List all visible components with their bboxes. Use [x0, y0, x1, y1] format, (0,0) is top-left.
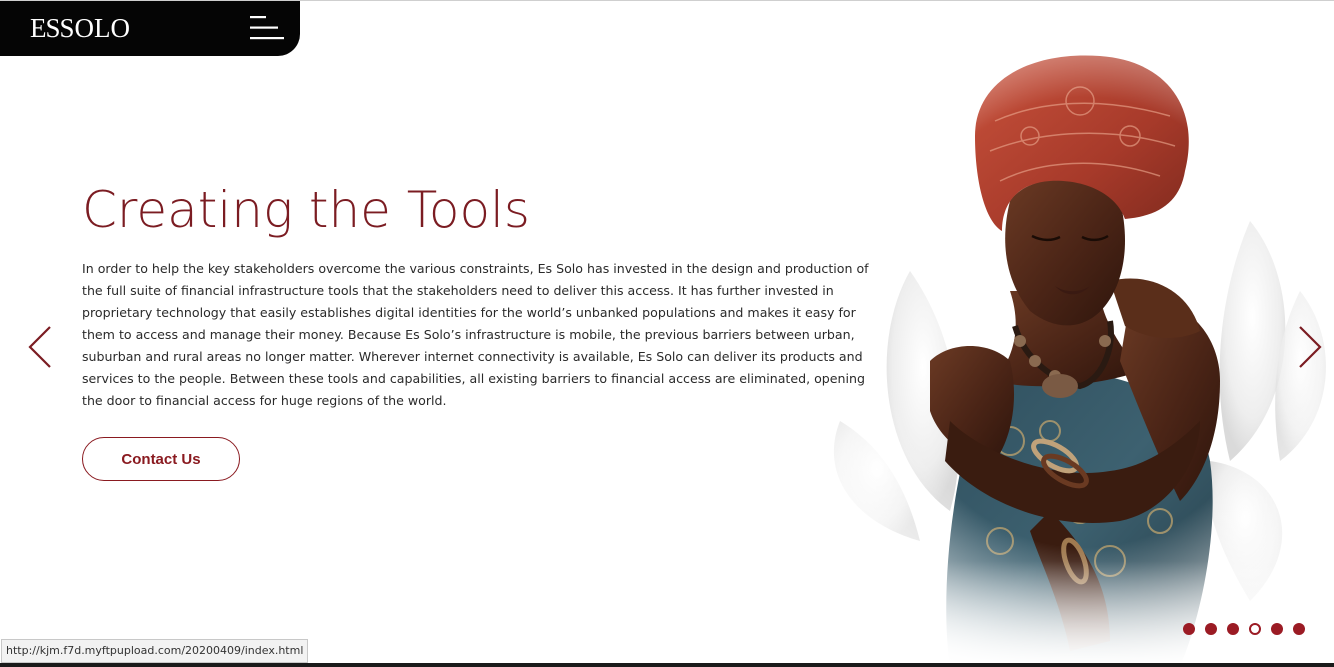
carousel-pagination: [1183, 623, 1305, 635]
carousel-dot[interactable]: [1271, 623, 1283, 635]
page: ESSOLO Creating the Tools In order to he…: [0, 0, 1334, 667]
bottom-border: [0, 663, 1334, 667]
hero-body: In order to help the key stakeholders ov…: [82, 261, 869, 408]
carousel-dot[interactable]: [1293, 623, 1305, 635]
logo[interactable]: ESSOLO: [30, 13, 130, 43]
hero-title: Creating the Tools: [82, 181, 530, 239]
contact-us-button[interactable]: Contact Us: [82, 437, 240, 481]
carousel-dot[interactable]: [1183, 623, 1195, 635]
logo-solo: SOLO: [59, 13, 131, 43]
chevron-right-icon[interactable]: [1297, 325, 1323, 369]
chevron-left-icon[interactable]: [27, 325, 53, 369]
carousel-dot[interactable]: [1205, 623, 1217, 635]
carousel-dot-active[interactable]: [1249, 623, 1261, 635]
menu-button[interactable]: [246, 14, 284, 41]
carousel-dot[interactable]: [1227, 623, 1239, 635]
header-bar: ESSOLO: [0, 1, 300, 56]
hamburger-menu-icon: [250, 16, 284, 40]
status-bar-url: http://kjm.f7d.myftpupload.com/20200409/…: [1, 639, 309, 663]
logo-es: ES: [30, 13, 60, 43]
